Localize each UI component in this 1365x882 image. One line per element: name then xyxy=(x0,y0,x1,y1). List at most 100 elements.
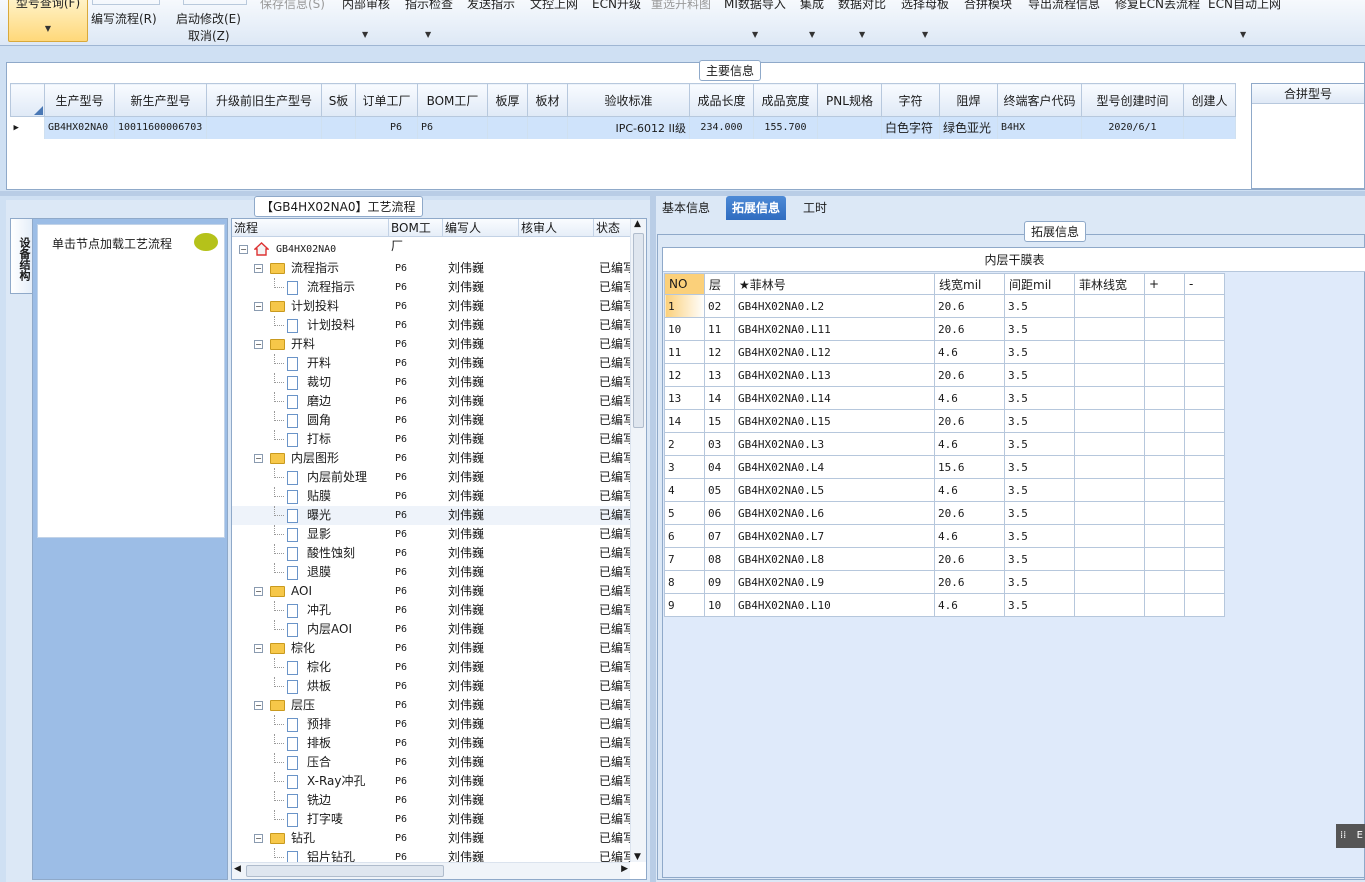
cell[interactable]: 6 xyxy=(664,524,705,548)
cell[interactable]: 14 xyxy=(704,386,735,410)
tree-node[interactable]: − 开料 P6 刘伟巍 已编写 xyxy=(232,335,632,354)
tree-horizontal-scrollbar[interactable]: ◀ ▶ xyxy=(232,862,630,879)
cell[interactable]: 3.5 xyxy=(1004,455,1075,479)
cancel-button[interactable]: 取消(Z) xyxy=(188,27,230,44)
cell[interactable] xyxy=(321,116,356,139)
tree-node[interactable]: − 内层图形 P6 刘伟巍 已编写 xyxy=(232,449,632,468)
tree-node[interactable]: 打标 P6 刘伟巍 已编写 xyxy=(232,430,632,449)
cell[interactable]: 3.5 xyxy=(1004,524,1075,548)
cell[interactable]: 白色字符 xyxy=(881,116,940,139)
cell[interactable] xyxy=(1184,363,1225,387)
cell[interactable]: 20.6 xyxy=(934,501,1005,525)
cell[interactable]: 3.5 xyxy=(1004,294,1075,318)
cell[interactable] xyxy=(817,116,882,139)
instruction-check-button[interactable]: 指示检查 xyxy=(405,0,453,12)
cell[interactable] xyxy=(1074,524,1145,548)
cell[interactable]: GB4HX02NA0.L15 xyxy=(734,409,935,433)
cell[interactable] xyxy=(1184,409,1225,433)
cell[interactable]: 07 xyxy=(704,524,735,548)
tree-node[interactable]: − 钻孔 P6 刘伟巍 已编写 xyxy=(232,829,632,848)
cell[interactable]: 02 xyxy=(704,294,735,318)
cell[interactable]: 20.6 xyxy=(934,570,1005,594)
cell[interactable]: 20.6 xyxy=(934,547,1005,571)
cell[interactable]: 3.5 xyxy=(1004,317,1075,341)
internal-audit-button[interactable]: 内部审核 xyxy=(342,0,390,12)
write-flow-button[interactable]: 编写流程(R) xyxy=(91,10,157,27)
cell[interactable]: 3.5 xyxy=(1004,363,1075,387)
table-row[interactable]: 3 04 GB4HX02NA0.L4 15.6 3.5 xyxy=(664,455,1225,479)
col-s-board[interactable]: S板 xyxy=(321,83,356,117)
data-compare-button[interactable]: 数据对比 xyxy=(838,0,886,12)
cell[interactable]: B4HX xyxy=(997,116,1082,139)
cell[interactable]: 08 xyxy=(704,547,735,571)
process-tree[interactable]: 流程 BOM工厂 编写人 核审人 状态 − GB4HX02NA0 − 流程指示 P6… xyxy=(231,218,647,880)
cell[interactable] xyxy=(1074,317,1145,341)
cell[interactable]: 3.5 xyxy=(1004,570,1075,594)
cell[interactable] xyxy=(1074,455,1145,479)
corner-widget[interactable]: ⁞⁞ E xyxy=(1336,824,1365,848)
repair-ecn-button[interactable]: 修复ECN丢流程 xyxy=(1115,0,1200,12)
col-spacing[interactable]: 间距mil xyxy=(1004,273,1075,295)
cell[interactable]: 7 xyxy=(664,547,705,571)
cell[interactable]: P6 xyxy=(417,116,488,139)
arrow-down-icon[interactable]: ▼ xyxy=(634,852,641,862)
table-row[interactable]: ▶ GB4HX02NA0 10011600006703 P6 P6 IPC-60… xyxy=(10,116,1236,139)
col-writer[interactable]: 编写人 xyxy=(443,219,519,237)
cell[interactable]: GB4HX02NA0.L9 xyxy=(734,570,935,594)
cell[interactable]: 3.5 xyxy=(1004,547,1075,571)
cell[interactable]: 5 xyxy=(664,501,705,525)
cell[interactable] xyxy=(1184,340,1225,364)
cell[interactable]: GB4HX02NA0.L8 xyxy=(734,547,935,571)
table-row[interactable]: 1 02 GB4HX02NA0.L2 20.6 3.5 xyxy=(664,294,1225,318)
cell[interactable]: GB4HX02NA0.L3 xyxy=(734,432,935,456)
tree-node[interactable]: 计划投料 P6 刘伟巍 已编写 xyxy=(232,316,632,335)
col-status[interactable]: 状态 xyxy=(594,219,632,237)
col-thickness[interactable]: 板厚 xyxy=(487,83,528,117)
cell[interactable] xyxy=(1144,340,1185,364)
tree-node[interactable]: 烘板 P6 刘伟巍 已编写 xyxy=(232,677,632,696)
tree-node[interactable]: − AOI P6 刘伟巍 已编写 xyxy=(232,582,632,601)
col-flow[interactable]: 流程 xyxy=(232,219,389,237)
cell[interactable] xyxy=(1184,570,1225,594)
cell[interactable]: GB4HX02NA0.L6 xyxy=(734,501,935,525)
table-row[interactable]: 11 12 GB4HX02NA0.L12 4.6 3.5 xyxy=(664,340,1225,364)
cell[interactable]: 9 xyxy=(664,593,705,617)
tree-node[interactable]: 打字唛 P6 刘伟巍 已编写 xyxy=(232,810,632,829)
tab-work-hours[interactable]: 工时 xyxy=(797,196,833,220)
tree-vertical-scrollbar[interactable]: ▲ ▼ xyxy=(630,219,646,862)
cell[interactable]: 3.5 xyxy=(1004,593,1075,617)
cell[interactable] xyxy=(1144,363,1185,387)
reselect-cutting-button[interactable]: 重选开料图 xyxy=(651,0,711,12)
start-modify-button[interactable]: 启动修改(E) xyxy=(176,10,241,27)
cell[interactable]: 4.6 xyxy=(934,386,1005,410)
tree-root[interactable]: − GB4HX02NA0 xyxy=(232,240,632,259)
scrollbar-thumb[interactable] xyxy=(633,233,644,428)
merge-module-button[interactable]: 合拼模块 xyxy=(964,0,1012,12)
collapse-icon[interactable]: − xyxy=(254,454,263,463)
col-order-factory[interactable]: 订单工厂 xyxy=(355,83,418,117)
chevron-down-icon[interactable]: ▼ xyxy=(9,22,87,36)
tree-node[interactable]: 贴膜 P6 刘伟巍 已编写 xyxy=(232,487,632,506)
col-model[interactable]: 生产型号 xyxy=(44,83,115,117)
table-row[interactable]: 7 08 GB4HX02NA0.L8 20.6 3.5 xyxy=(664,547,1225,571)
cell[interactable]: 09 xyxy=(704,570,735,594)
tree-node[interactable]: 退膜 P6 刘伟巍 已编写 xyxy=(232,563,632,582)
tree-node[interactable]: 内层前处理 P6 刘伟巍 已编写 xyxy=(232,468,632,487)
tree-node[interactable]: X-Ray冲孔 P6 刘伟巍 已编写 xyxy=(232,772,632,791)
cell[interactable]: 4.6 xyxy=(934,340,1005,364)
col-add[interactable]: + xyxy=(1144,273,1185,295)
cell[interactable]: 4.6 xyxy=(934,432,1005,456)
chevron-down-icon[interactable]: ▼ xyxy=(362,30,368,39)
cell[interactable] xyxy=(1184,478,1225,502)
tree-node[interactable]: − 流程指示 P6 刘伟巍 已编写 xyxy=(232,259,632,278)
col-solder[interactable]: 阻焊 xyxy=(939,83,998,117)
cell[interactable] xyxy=(1144,317,1185,341)
cell[interactable]: GB4HX02NA0.L13 xyxy=(734,363,935,387)
model-query-button[interactable]: 型号查询(F) ▼ xyxy=(8,0,88,42)
cell[interactable]: 4.6 xyxy=(934,524,1005,548)
table-row[interactable]: 14 15 GB4HX02NA0.L15 20.6 3.5 xyxy=(664,409,1225,433)
cell[interactable] xyxy=(1074,478,1145,502)
cell[interactable] xyxy=(1184,294,1225,318)
tree-node[interactable]: 圆角 P6 刘伟巍 已编写 xyxy=(232,411,632,430)
cell[interactable]: 13 xyxy=(704,363,735,387)
